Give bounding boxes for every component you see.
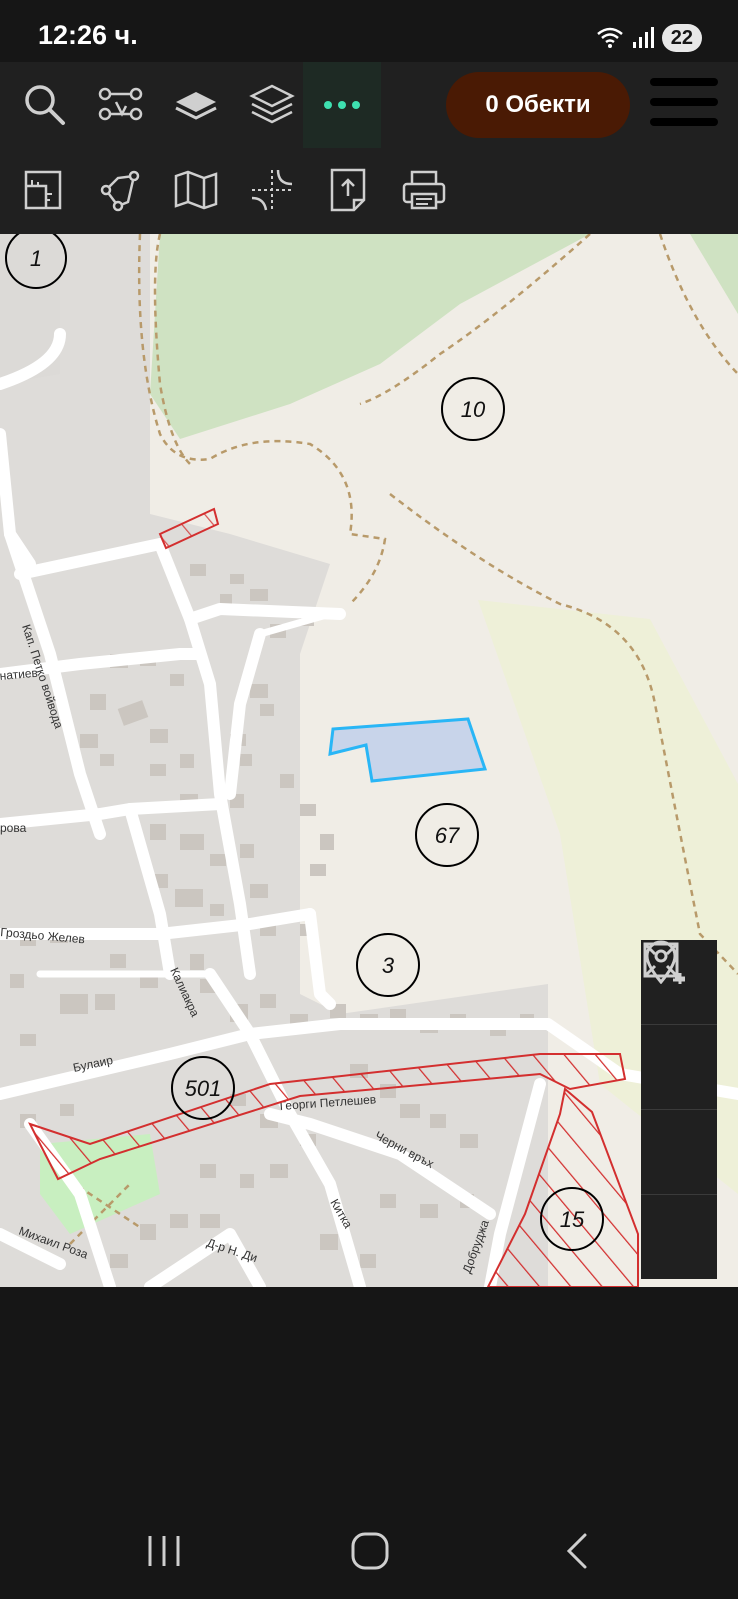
- hamburger-menu-button[interactable]: [650, 78, 718, 132]
- layer-icon: [175, 92, 217, 120]
- status-bar: 12:26 ч. 22: [0, 0, 738, 62]
- map-button[interactable]: [166, 160, 226, 220]
- home-icon: [351, 1532, 389, 1570]
- menu-bar-icon: [650, 78, 718, 86]
- parcel-label: 1: [30, 246, 42, 271]
- layer-button[interactable]: [166, 74, 226, 134]
- menu-bar-icon: [650, 118, 718, 126]
- street-label: рова: [0, 821, 27, 835]
- map-toolbar: 0 Обекти: [0, 62, 738, 234]
- status-icons: 22: [596, 24, 702, 52]
- more-button[interactable]: [303, 62, 381, 148]
- parcel-label: 10: [461, 397, 486, 422]
- side-toolbar: [641, 940, 717, 1279]
- status-time: 12:26 ч.: [38, 20, 138, 50]
- map-icon: [174, 170, 218, 210]
- route-button[interactable]: [90, 74, 150, 134]
- export-button[interactable]: [318, 160, 378, 220]
- forest-area: [150, 234, 590, 439]
- parcel-label: 67: [435, 823, 460, 848]
- fit-extent-button[interactable]: [641, 942, 717, 1279]
- export-file-icon: [330, 168, 366, 212]
- layers-button[interactable]: [242, 74, 302, 134]
- wifi-icon: [596, 27, 623, 48]
- signal-icon: [632, 27, 654, 48]
- objects-button[interactable]: 0 Обекти: [446, 72, 630, 138]
- search-icon: [25, 85, 65, 125]
- polygon-icon: [100, 170, 140, 212]
- layers-stack-icon: [249, 84, 295, 124]
- crosshair-grid-button[interactable]: [242, 160, 302, 220]
- ruler-icon: [24, 170, 62, 210]
- more-icon: [324, 101, 360, 109]
- print-button[interactable]: [394, 160, 454, 220]
- zoom-out-box-button[interactable]: [641, 942, 717, 1195]
- system-nav-bar: [0, 1500, 738, 1599]
- fit-extent-icon: [643, 942, 679, 978]
- parcel-label: 15: [560, 1207, 585, 1232]
- route-icon: [98, 87, 143, 121]
- forest-area: [690, 234, 738, 314]
- zoom-in-box-button[interactable]: [641, 942, 717, 1110]
- parcel-label: 3: [382, 953, 395, 978]
- selected-parcel[interactable]: [328, 717, 488, 783]
- ruler-button[interactable]: [14, 160, 74, 220]
- recent-apps-icon: [148, 1536, 180, 1566]
- back-icon: [566, 1533, 587, 1569]
- home-button[interactable]: [340, 1528, 400, 1574]
- menu-bar-icon: [650, 98, 718, 106]
- polygon-button[interactable]: [90, 160, 150, 220]
- recent-apps-button[interactable]: [134, 1528, 194, 1574]
- parcel-label: 501: [185, 1076, 222, 1101]
- back-button[interactable]: [548, 1528, 608, 1574]
- map-canvas: Кап. Петко войвода натиев рова Гроздьо Ж…: [0, 234, 738, 1287]
- search-button[interactable]: [14, 74, 74, 134]
- print-icon: [402, 170, 446, 210]
- crosshair-grid-icon: [251, 169, 293, 211]
- map-view[interactable]: Кап. Петко войвода натиев рова Гроздьо Ж…: [0, 234, 738, 1287]
- battery-indicator: 22: [661, 24, 702, 52]
